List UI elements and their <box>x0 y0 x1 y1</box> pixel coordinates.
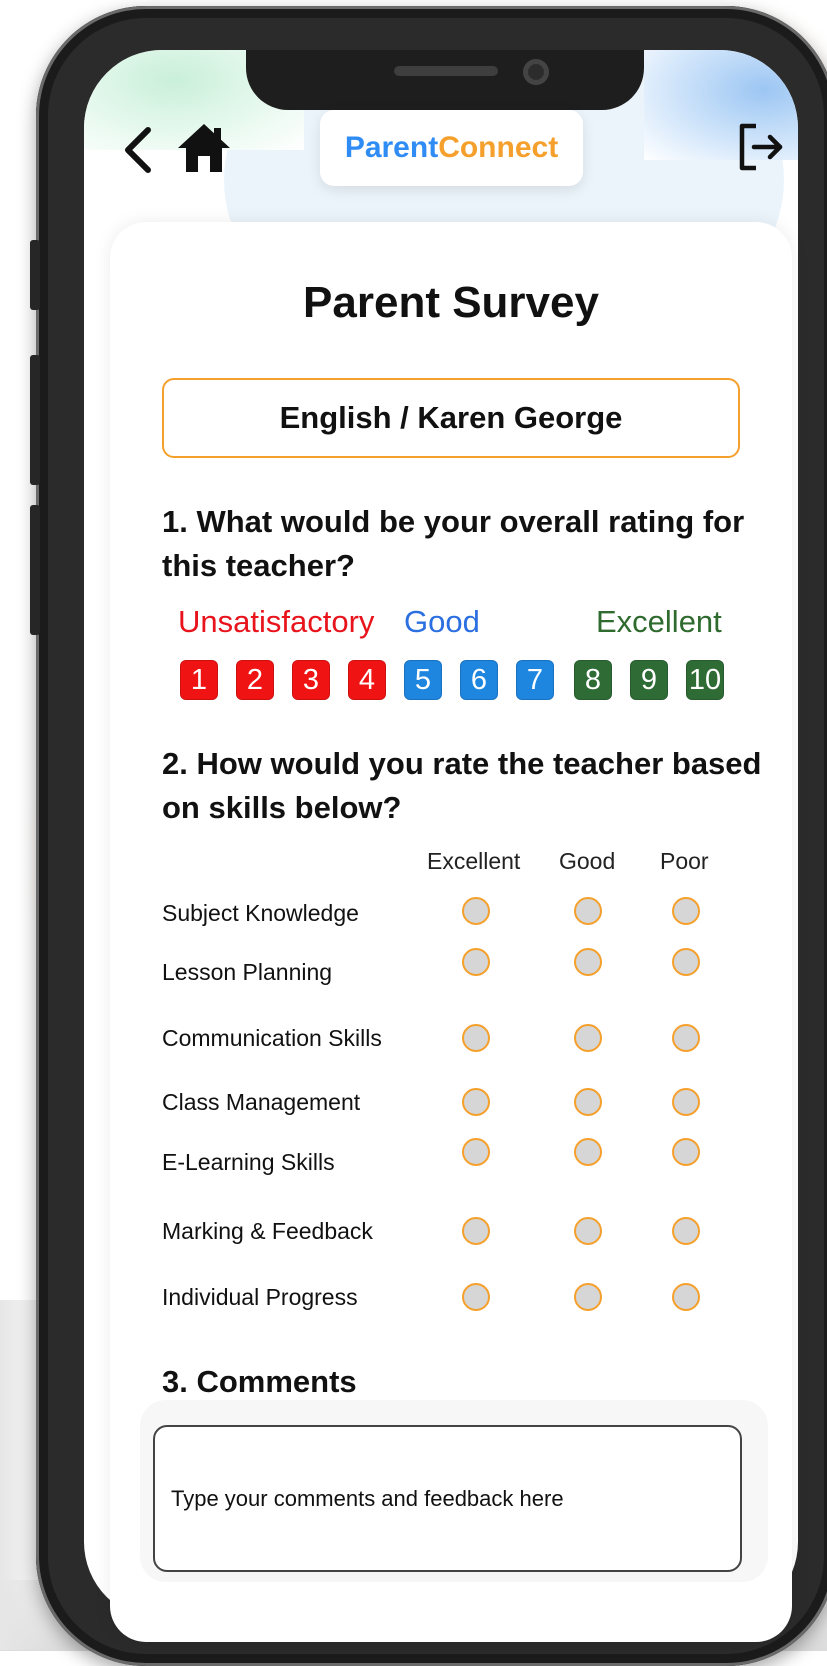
skill-radio-excellent[interactable] <box>462 948 490 976</box>
chevron-left-icon <box>125 127 151 173</box>
skill-radio-excellent[interactable] <box>462 1138 490 1166</box>
rating-option-4[interactable]: 4 <box>348 660 386 700</box>
phone-speaker <box>394 66 498 76</box>
skill-radio-good[interactable] <box>574 1283 602 1311</box>
skill-radio-good[interactable] <box>574 1138 602 1166</box>
skill-label: Class Management <box>162 1089 361 1115</box>
scale-label-excellent: Excellent <box>596 604 722 639</box>
subject-teacher-selector[interactable]: English / Karen George <box>162 378 740 458</box>
skill-radio-excellent[interactable] <box>462 1024 490 1052</box>
page-title: Parent Survey <box>303 278 599 327</box>
question-1-text: 1. What would be your overall rating for… <box>162 504 745 583</box>
home-icon <box>178 124 230 172</box>
skill-radio-excellent[interactable] <box>462 1283 490 1311</box>
rating-option-1[interactable]: 1 <box>180 660 218 700</box>
skill-label: E-Learning Skills <box>162 1149 335 1175</box>
home-button[interactable] <box>176 122 232 174</box>
skill-radio-excellent[interactable] <box>462 1217 490 1245</box>
rating-option-6[interactable]: 6 <box>460 660 498 700</box>
skill-radio-poor[interactable] <box>672 897 700 925</box>
logout-icon <box>739 123 783 171</box>
skill-label: Lesson Planning <box>162 959 333 985</box>
subject-teacher-label: English / Karen George <box>279 400 623 435</box>
scale-label-unsatisfactory: Unsatisfactory <box>178 604 375 639</box>
comments-placeholder: Type your comments and feedback here <box>171 1486 564 1511</box>
skill-radio-good[interactable] <box>574 1024 602 1052</box>
skill-radio-poor[interactable] <box>672 1217 700 1245</box>
column-header-good: Good <box>559 848 616 874</box>
brand-name-part-1: Parent <box>344 131 439 164</box>
rating-option-3[interactable]: 3 <box>292 660 330 700</box>
question-3-text: 3. Comments <box>162 1364 357 1399</box>
logout-button[interactable] <box>736 122 786 172</box>
skill-label: Individual Progress <box>162 1284 358 1310</box>
skill-radio-poor[interactable] <box>672 1283 700 1311</box>
rating-option-10[interactable]: 10 <box>686 660 724 700</box>
question-2-text: 2. How would you rate the teacher based … <box>162 746 762 825</box>
phone-notch <box>246 50 644 110</box>
column-header-poor: Poor <box>660 848 709 874</box>
phone-side-button <box>30 240 40 310</box>
scale-label-good: Good <box>404 604 480 639</box>
skill-radio-good[interactable] <box>574 1088 602 1116</box>
app-brand-logo: Parent Connect <box>320 110 583 186</box>
skill-radio-poor[interactable] <box>672 1088 700 1116</box>
skill-label: Communication Skills <box>162 1025 382 1051</box>
skill-radio-good[interactable] <box>574 1217 602 1245</box>
rating-option-9[interactable]: 9 <box>630 660 668 700</box>
skill-label: Marking & Feedback <box>162 1218 373 1244</box>
skill-radio-poor[interactable] <box>672 1138 700 1166</box>
brand-name-part-2: Connect <box>438 131 559 164</box>
skill-radio-good[interactable] <box>574 897 602 925</box>
rating-option-8[interactable]: 8 <box>574 660 612 700</box>
skill-radio-poor[interactable] <box>672 1024 700 1052</box>
skill-radio-poor[interactable] <box>672 948 700 976</box>
back-button[interactable] <box>120 126 160 174</box>
phone-volume-up-button <box>30 355 40 485</box>
column-header-excellent: Excellent <box>427 848 521 874</box>
rating-option-2[interactable]: 2 <box>236 660 274 700</box>
skill-radio-excellent[interactable] <box>462 1088 490 1116</box>
skill-label: Subject Knowledge <box>162 900 359 926</box>
rating-option-7[interactable]: 7 <box>516 660 554 700</box>
rating-option-5[interactable]: 5 <box>404 660 442 700</box>
skill-radio-good[interactable] <box>574 948 602 976</box>
phone-camera <box>523 59 549 85</box>
phone-volume-down-button <box>30 505 40 635</box>
skill-radio-excellent[interactable] <box>462 897 490 925</box>
